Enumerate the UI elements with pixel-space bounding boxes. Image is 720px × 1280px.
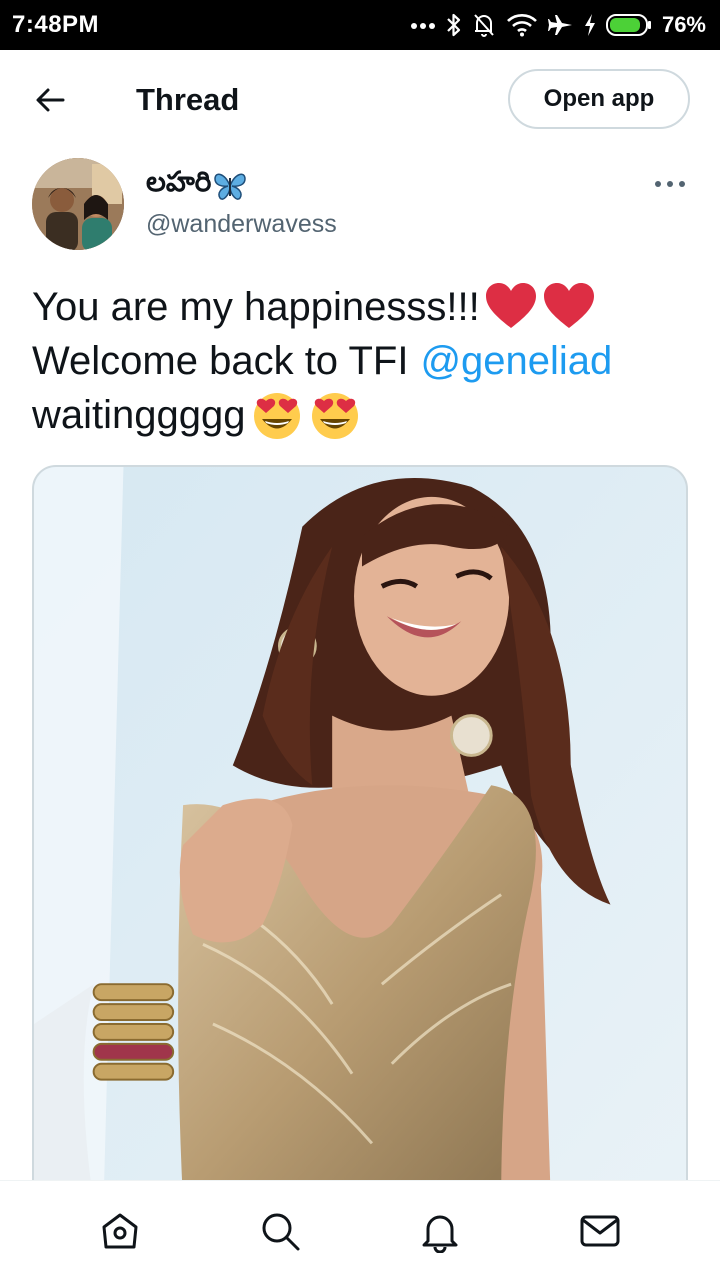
tweet-media-photo[interactable]: [32, 465, 688, 1205]
airplane-icon: [547, 15, 572, 35]
tweet-text-line3: waitinggggg: [32, 393, 246, 437]
dots-icon: [410, 23, 435, 29]
display-name[interactable]: లహరి: [146, 166, 247, 205]
photo-illustration: [34, 467, 686, 1203]
status-bar: 7:48PM 76%: [0, 0, 720, 50]
charging-icon: [584, 14, 595, 36]
battery-percent: 76%: [661, 12, 706, 37]
search-icon: [262, 1213, 300, 1250]
nav-search-button[interactable]: [250, 1201, 310, 1261]
messages-icon: [580, 1215, 620, 1246]
more-dots-icon: [655, 181, 685, 187]
nav-home-button[interactable]: [90, 1201, 150, 1261]
nav-notifications-button[interactable]: [410, 1201, 470, 1261]
battery-icon: [605, 14, 651, 36]
red-heart-icon: [485, 283, 536, 328]
heart-eyes-emoji-icon: [311, 393, 358, 439]
wifi-icon: [507, 14, 537, 37]
display-name-text: లహరి: [146, 166, 212, 197]
mention-link[interactable]: @geneliad: [420, 334, 612, 388]
notifications-icon: [422, 1215, 458, 1253]
avatar[interactable]: [32, 158, 124, 250]
home-icon: [102, 1213, 138, 1248]
tweet-line-1: You are my happinesss!!!: [32, 280, 692, 334]
tweet-line-2: Welcome back to TFI @geneliad: [32, 334, 692, 388]
header: Thread Open app: [0, 50, 720, 148]
tweet-text-line2: Welcome back to TFI: [32, 339, 409, 383]
heart-eyes-emoji-icon: [253, 393, 300, 439]
bluetooth-icon: [447, 13, 461, 37]
arrow-left-icon: [36, 88, 65, 112]
tweet-text: You are my happinesss!!! Welcome back to…: [32, 280, 692, 442]
red-heart-icon: [543, 283, 594, 328]
tweet-text-line1: You are my happinesss!!!: [32, 285, 480, 329]
open-app-button[interactable]: Open app: [508, 69, 690, 129]
butterfly-icon: [214, 173, 247, 200]
bell-off-icon: [474, 14, 494, 37]
user-handle[interactable]: @wanderwavess: [146, 210, 337, 239]
avatar-photo: [32, 158, 124, 250]
status-time: 7:48PM: [12, 11, 100, 38]
nav-messages-button[interactable]: [570, 1201, 630, 1261]
bottom-nav: [0, 1180, 720, 1280]
page-title: Thread: [136, 82, 240, 117]
status-icons: 76%: [410, 12, 706, 38]
back-button[interactable]: [30, 80, 70, 120]
more-options-button[interactable]: [648, 166, 692, 202]
tweet-line-3: waitinggggg: [32, 388, 692, 442]
